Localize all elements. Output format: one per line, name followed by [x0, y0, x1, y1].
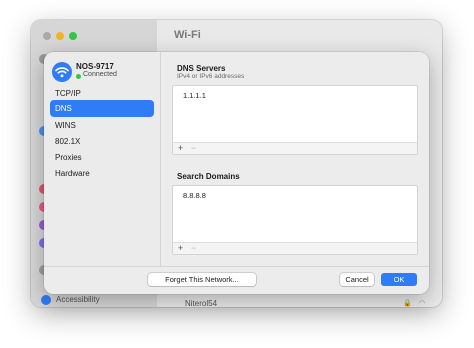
- sidebar-item-dns[interactable]: DNS: [50, 100, 154, 117]
- wifi-icon: ◠: [419, 300, 426, 307]
- window-minimize-button[interactable]: [56, 32, 64, 40]
- dns-servers-list[interactable]: 1.1.1.1 + −: [172, 85, 418, 155]
- window-zoom-button[interactable]: [69, 32, 77, 40]
- dns-servers-title: DNS Servers: [177, 64, 226, 73]
- accessibility-icon: [41, 295, 51, 305]
- sheet-footer: Forget This Network... Cancel OK: [44, 266, 429, 294]
- dns-servers-list-controls: + −: [173, 142, 417, 154]
- dns-servers-subtitle: IPv4 or IPv6 addresses: [177, 73, 245, 80]
- sheet-sidebar: NOS-9717 Connected TCP/IP DNS WINS 802.1…: [44, 52, 161, 294]
- list-item[interactable]: 1.1.1.1: [183, 91, 206, 100]
- cancel-button[interactable]: Cancel: [340, 273, 374, 286]
- connected-status-dot: [76, 74, 81, 79]
- sidebar-item-accessibility[interactable]: Accessibility: [56, 295, 100, 304]
- add-dns-server-button[interactable]: +: [175, 143, 186, 154]
- window-title: Wi-Fi: [174, 29, 201, 41]
- remove-dns-server-button[interactable]: −: [188, 143, 199, 154]
- network-status: Connected: [83, 71, 117, 78]
- dns-settings-panel: DNS Servers IPv4 or IPv6 addresses 1.1.1…: [161, 52, 429, 294]
- forget-network-button[interactable]: Forget This Network...: [148, 273, 256, 286]
- sidebar-item-hardware[interactable]: Hardware: [50, 165, 154, 182]
- sidebar-item-wins[interactable]: WINS: [50, 117, 154, 134]
- network-details-sheet: NOS-9717 Connected TCP/IP DNS WINS 802.1…: [44, 52, 429, 294]
- add-search-domain-button[interactable]: +: [175, 243, 186, 254]
- search-domains-list[interactable]: 8.8.8.8 + −: [172, 185, 418, 255]
- wifi-icon: [52, 62, 72, 82]
- sidebar-item-proxies[interactable]: Proxies: [50, 149, 154, 166]
- window-close-button[interactable]: [43, 32, 51, 40]
- search-domains-list-controls: + −: [173, 242, 417, 254]
- search-domains-title: Search Domains: [177, 172, 240, 181]
- ok-button[interactable]: OK: [381, 273, 417, 286]
- list-item[interactable]: 8.8.8.8: [183, 191, 206, 200]
- network-list-item[interactable]: Niterol54: [185, 299, 217, 307]
- remove-search-domain-button[interactable]: −: [188, 243, 199, 254]
- lock-icon: 🔒: [403, 300, 412, 307]
- network-name: NOS-9717: [76, 62, 114, 71]
- sidebar-item-8021x[interactable]: 802.1X: [50, 133, 154, 150]
